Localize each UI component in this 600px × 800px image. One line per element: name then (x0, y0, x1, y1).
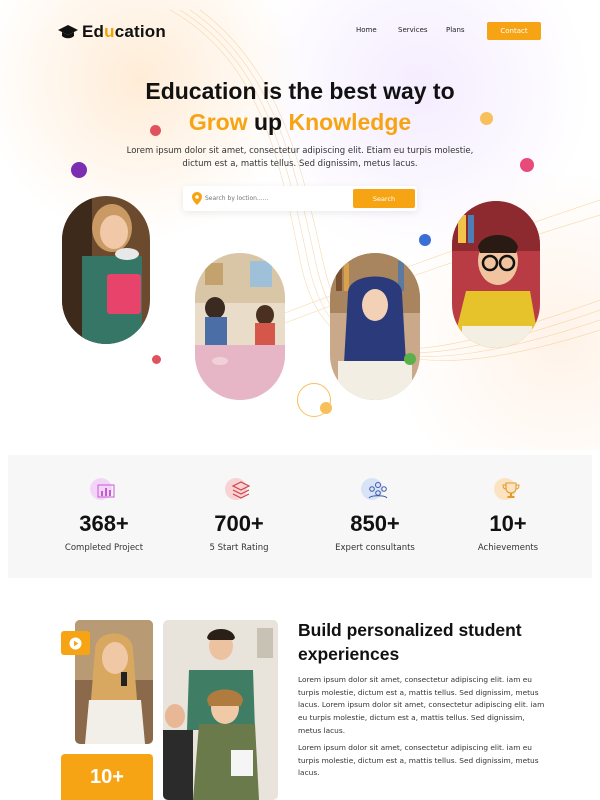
hero-subtitle-line1: Lorem ipsum dolor sit amet, consectetur … (126, 146, 474, 156)
counter-badge: 10+ (61, 754, 153, 800)
trophy-icon (494, 478, 520, 500)
boy-glasses-photo (452, 201, 540, 348)
stat-label: Completed Project (64, 543, 144, 553)
team-icon (361, 478, 388, 500)
location-pin-icon (192, 192, 202, 205)
logo-text: Education (82, 22, 166, 41)
search-button[interactable]: Search (353, 189, 415, 208)
logo[interactable]: Education (58, 22, 166, 42)
nav-plans-link[interactable]: Plans (446, 26, 465, 34)
chart-icon (90, 478, 115, 500)
stat-value: 10+ (489, 511, 527, 536)
layers-icon (225, 478, 251, 500)
decor-dot (320, 402, 332, 414)
location-search-input[interactable] (205, 192, 345, 205)
stat-label: 5 Start Rating (209, 543, 269, 553)
stat-label: Achievements (477, 543, 539, 553)
decor-dot (71, 162, 87, 178)
hero-headline-line2: Grow up Knowledge (188, 109, 412, 135)
decor-dot (480, 112, 493, 125)
decor-dot (520, 158, 534, 172)
section-paragraph-1: Lorem ipsum dolor sit amet, consectetur … (298, 675, 545, 735)
section-title-line1: Build personalized student (298, 620, 522, 640)
classroom-photo (195, 253, 285, 400)
contact-button[interactable]: Contact (487, 22, 541, 40)
decor-dot (150, 125, 161, 136)
stat-label: Expert consultants (335, 543, 415, 553)
hero-subtitle-line2: dictum est a, mattis tellus. Sed digniss… (182, 159, 418, 169)
stat-value: 850+ (350, 511, 400, 536)
stats-section: 368+ Completed Project 700+ 5 Start Rati… (8, 455, 592, 578)
counter-value: 10+ (90, 766, 124, 788)
decor-dot (152, 355, 161, 364)
decor-dot (419, 234, 431, 246)
stat-value: 368+ (79, 511, 129, 536)
nav-home-link[interactable]: Home (356, 26, 377, 34)
section-paragraph-2: Lorem ipsum dolor sit amet, consectetur … (298, 743, 539, 778)
play-video-button[interactable] (61, 631, 90, 655)
search-bar: Search (183, 186, 417, 211)
student-reading-photo (330, 253, 420, 400)
stat-value: 700+ (214, 511, 264, 536)
graduation-cap-icon (58, 25, 78, 39)
section-title-line2: experiences (298, 644, 400, 664)
student-photo-girl-notebook (62, 196, 150, 344)
hero-headline-line1: Education is the best way to (145, 78, 455, 104)
students-laptop-photo (163, 620, 278, 800)
nav-services-link[interactable]: Services (398, 26, 428, 34)
navbar: Education Home Services Plans Contact (0, 0, 600, 64)
play-icon (69, 637, 82, 649)
